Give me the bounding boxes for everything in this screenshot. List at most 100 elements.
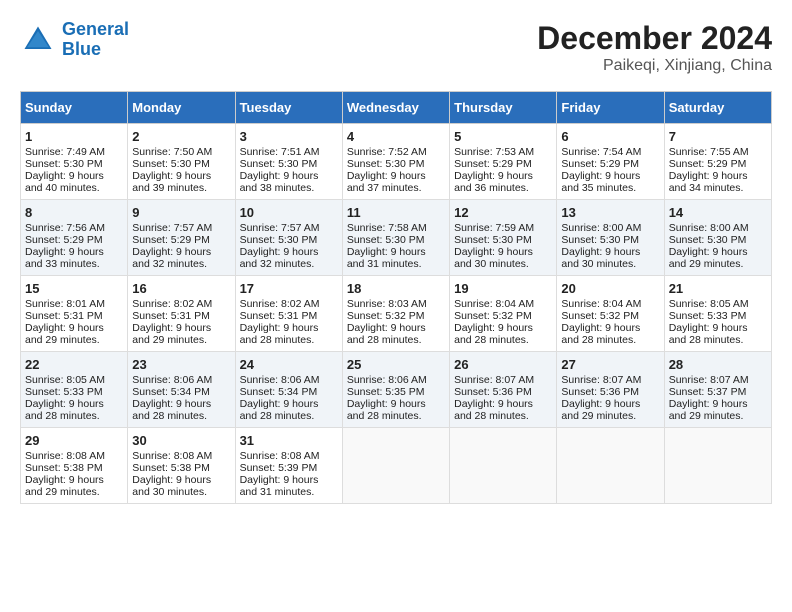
calendar-cell: 18Sunrise: 8:03 AMSunset: 5:32 PMDayligh… bbox=[342, 276, 449, 352]
day-info: Sunset: 5:29 PM bbox=[669, 158, 767, 170]
day-info: Daylight: 9 hours and 37 minutes. bbox=[347, 170, 445, 194]
day-info: Sunrise: 8:06 AM bbox=[240, 374, 338, 386]
day-header-tuesday: Tuesday bbox=[235, 92, 342, 124]
day-info: Daylight: 9 hours and 29 minutes. bbox=[561, 398, 659, 422]
day-info: Daylight: 9 hours and 31 minutes. bbox=[347, 246, 445, 270]
day-header-wednesday: Wednesday bbox=[342, 92, 449, 124]
day-info: Sunrise: 8:07 AM bbox=[561, 374, 659, 386]
day-header-monday: Monday bbox=[128, 92, 235, 124]
day-number: 12 bbox=[454, 205, 552, 220]
day-info: Daylight: 9 hours and 30 minutes. bbox=[454, 246, 552, 270]
main-title: December 2024 bbox=[537, 20, 772, 57]
day-number: 11 bbox=[347, 205, 445, 220]
calendar-cell: 13 Sunrise: 8:00 AMSunset: 5:30 PMDayligh… bbox=[557, 200, 664, 276]
day-number: 5 bbox=[454, 129, 552, 144]
calendar-cell: 12 Sunrise: 7:59 AMSunset: 5:30 PMDayligh… bbox=[450, 200, 557, 276]
day-info: Daylight: 9 hours and 31 minutes. bbox=[240, 474, 338, 498]
logo-icon bbox=[20, 22, 56, 58]
day-info: Sunset: 5:31 PM bbox=[132, 310, 230, 322]
day-number: 23 bbox=[132, 357, 230, 372]
calendar-cell: 28Sunrise: 8:07 AMSunset: 5:37 PMDayligh… bbox=[664, 352, 771, 428]
calendar-cell: 1Sunrise: 7:49 AMSunset: 5:30 PMDaylight… bbox=[21, 124, 128, 200]
day-info: Sunrise: 8:00 AM bbox=[669, 222, 767, 234]
day-info: Sunset: 5:36 PM bbox=[561, 386, 659, 398]
calendar-week-row: 8Sunrise: 7:56 AMSunset: 5:29 PMDaylight… bbox=[21, 200, 772, 276]
day-info: Daylight: 9 hours and 28 minutes. bbox=[561, 322, 659, 346]
day-info: Sunrise: 8:00 AM bbox=[561, 222, 659, 234]
day-number: 8 bbox=[25, 205, 123, 220]
logo: General Blue bbox=[20, 20, 129, 60]
day-info: Sunrise: 7:57 AM bbox=[132, 222, 230, 234]
calendar-cell bbox=[450, 428, 557, 504]
calendar-cell: 30Sunrise: 8:08 AMSunset: 5:38 PMDayligh… bbox=[128, 428, 235, 504]
day-info: Sunset: 5:32 PM bbox=[347, 310, 445, 322]
day-number: 13 bbox=[561, 205, 659, 220]
day-info: Sunset: 5:29 PM bbox=[132, 234, 230, 246]
day-info: Daylight: 9 hours and 30 minutes. bbox=[561, 246, 659, 270]
day-info: Sunrise: 8:05 AM bbox=[669, 298, 767, 310]
day-info: Sunrise: 8:08 AM bbox=[240, 450, 338, 462]
day-number: 21 bbox=[669, 281, 767, 296]
day-header-friday: Friday bbox=[557, 92, 664, 124]
day-info: Sunrise: 7:58 AM bbox=[347, 222, 445, 234]
calendar-cell: 6Sunrise: 7:54 AMSunset: 5:29 PMDaylight… bbox=[557, 124, 664, 200]
calendar-cell: 11Sunrise: 7:58 AMSunset: 5:30 PMDayligh… bbox=[342, 200, 449, 276]
subtitle: Paikeqi, Xinjiang, China bbox=[537, 57, 772, 75]
calendar-cell bbox=[557, 428, 664, 504]
calendar-week-row: 15Sunrise: 8:01 AMSunset: 5:31 PMDayligh… bbox=[21, 276, 772, 352]
day-info: Sunrise: 8:08 AM bbox=[132, 450, 230, 462]
day-info: Daylight: 9 hours and 34 minutes. bbox=[669, 170, 767, 194]
day-number: 7 bbox=[669, 129, 767, 144]
calendar-week-row: 1Sunrise: 7:49 AMSunset: 5:30 PMDaylight… bbox=[21, 124, 772, 200]
day-info: Daylight: 9 hours and 30 minutes. bbox=[132, 474, 230, 498]
day-info: Daylight: 9 hours and 36 minutes. bbox=[454, 170, 552, 194]
day-number: 19 bbox=[454, 281, 552, 296]
day-info: Daylight: 9 hours and 33 minutes. bbox=[25, 246, 123, 270]
day-number: 3 bbox=[240, 129, 338, 144]
calendar-cell: 21Sunrise: 8:05 AMSunset: 5:33 PMDayligh… bbox=[664, 276, 771, 352]
day-info: Sunrise: 8:06 AM bbox=[347, 374, 445, 386]
day-info: Daylight: 9 hours and 29 minutes. bbox=[669, 398, 767, 422]
day-info: Sunset: 5:30 PM bbox=[561, 234, 659, 246]
calendar-cell: 5 Sunrise: 7:53 AMSunset: 5:29 PMDaylight… bbox=[450, 124, 557, 200]
day-info: Daylight: 9 hours and 40 minutes. bbox=[25, 170, 123, 194]
day-number: 1 bbox=[25, 129, 123, 144]
day-info: Sunrise: 7:57 AM bbox=[240, 222, 338, 234]
day-info: Daylight: 9 hours and 29 minutes. bbox=[132, 322, 230, 346]
day-info: Sunrise: 8:08 AM bbox=[25, 450, 123, 462]
day-number: 18 bbox=[347, 281, 445, 296]
calendar-cell: 20Sunrise: 8:04 AMSunset: 5:32 PMDayligh… bbox=[557, 276, 664, 352]
calendar-table: SundayMondayTuesdayWednesdayThursdayFrid… bbox=[20, 91, 772, 504]
calendar-cell: 2Sunrise: 7:50 AMSunset: 5:30 PMDaylight… bbox=[128, 124, 235, 200]
calendar-cell: 7 Sunrise: 7:55 AMSunset: 5:29 PMDaylight… bbox=[664, 124, 771, 200]
calendar-cell: 29Sunrise: 8:08 AMSunset: 5:38 PMDayligh… bbox=[21, 428, 128, 504]
day-info: Sunset: 5:38 PM bbox=[25, 462, 123, 474]
day-info: Daylight: 9 hours and 28 minutes. bbox=[132, 398, 230, 422]
day-info: Sunrise: 8:01 AM bbox=[25, 298, 123, 310]
day-info: Sunrise: 7:55 AM bbox=[669, 146, 767, 158]
day-info: Sunset: 5:33 PM bbox=[669, 310, 767, 322]
day-number: 6 bbox=[561, 129, 659, 144]
day-number: 29 bbox=[25, 433, 123, 448]
day-info: Daylight: 9 hours and 28 minutes. bbox=[240, 322, 338, 346]
day-info: Sunrise: 7:53 AM bbox=[454, 146, 552, 158]
calendar-cell: 9Sunrise: 7:57 AMSunset: 5:29 PMDaylight… bbox=[128, 200, 235, 276]
day-number: 14 bbox=[669, 205, 767, 220]
day-info: Sunset: 5:34 PM bbox=[240, 386, 338, 398]
day-info: Sunset: 5:29 PM bbox=[454, 158, 552, 170]
calendar-cell bbox=[342, 428, 449, 504]
day-info: Sunrise: 7:59 AM bbox=[454, 222, 552, 234]
day-info: Sunset: 5:39 PM bbox=[240, 462, 338, 474]
day-info: Sunset: 5:30 PM bbox=[669, 234, 767, 246]
day-info: Daylight: 9 hours and 28 minutes. bbox=[454, 322, 552, 346]
day-info: Sunset: 5:30 PM bbox=[454, 234, 552, 246]
day-info: Daylight: 9 hours and 35 minutes. bbox=[561, 170, 659, 194]
calendar-cell: 14Sunrise: 8:00 AMSunset: 5:30 PMDayligh… bbox=[664, 200, 771, 276]
calendar-cell: 25Sunrise: 8:06 AMSunset: 5:35 PMDayligh… bbox=[342, 352, 449, 428]
calendar-cell: 22Sunrise: 8:05 AMSunset: 5:33 PMDayligh… bbox=[21, 352, 128, 428]
day-info: Sunset: 5:32 PM bbox=[561, 310, 659, 322]
calendar-cell: 3Sunrise: 7:51 AMSunset: 5:30 PMDaylight… bbox=[235, 124, 342, 200]
day-header-thursday: Thursday bbox=[450, 92, 557, 124]
day-info: Sunset: 5:34 PM bbox=[132, 386, 230, 398]
day-number: 22 bbox=[25, 357, 123, 372]
